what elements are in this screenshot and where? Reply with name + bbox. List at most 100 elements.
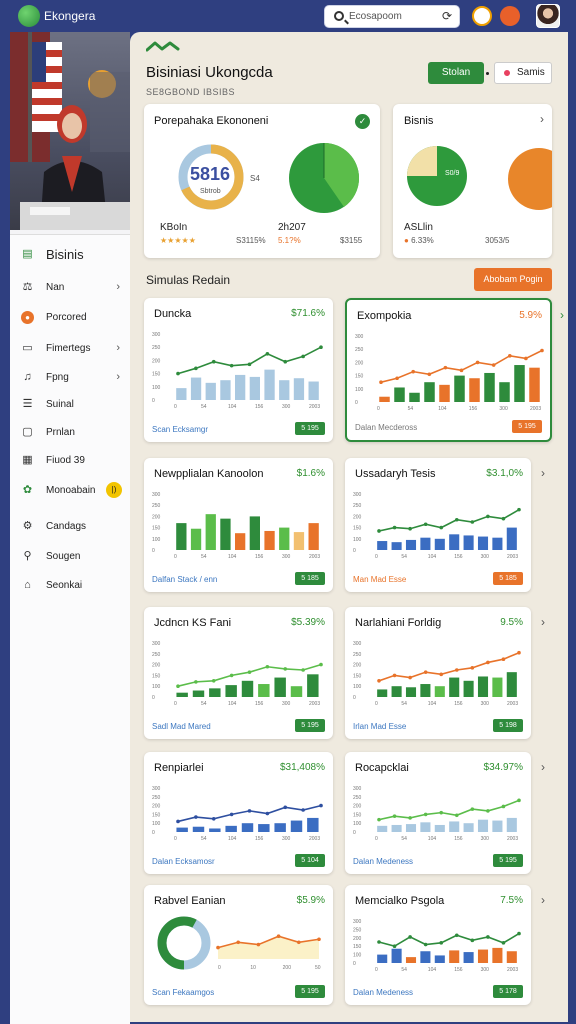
search-input[interactable]: Ecosapoom ⟳	[324, 5, 460, 28]
sidebar-item-fiuod[interactable]: ▦ Fiuod 39	[10, 448, 130, 474]
sidebar-item-sougen[interactable]: ⚲ Sougen	[10, 544, 130, 570]
y-tick-label: 200	[353, 804, 362, 810]
refresh-icon[interactable]: ⟳	[442, 9, 452, 23]
bar	[209, 688, 221, 697]
stat-sub: 5.1?%	[278, 236, 301, 245]
app-name: Ekongera	[44, 9, 96, 23]
chart-card[interactable]: Memcialko Psgola 7.5% Dalan Medeness 5 178 3…	[345, 885, 531, 1005]
chart-footer: Dalan Medeness	[353, 988, 414, 997]
chart-badge[interactable]: 5 195	[493, 854, 523, 867]
x-tick-label: 54	[201, 836, 207, 842]
bar	[391, 542, 402, 550]
bar	[241, 823, 254, 832]
bar	[420, 537, 431, 550]
user-avatar[interactable]	[536, 4, 560, 28]
primary-button[interactable]: Stolan	[428, 62, 484, 84]
line-point	[427, 372, 432, 377]
check-icon[interactable]: ✓	[355, 114, 370, 129]
chart-card[interactable]: Exompokia 5.9% › Dalan Mecdeross 5 195 300 250…	[345, 298, 564, 442]
y-tick-label: 150	[152, 372, 161, 378]
chart-card[interactable]: Ussadaryh Tesis $3.1,0% Man Mad Esse 5 185 3…	[345, 458, 531, 592]
x-tick-label: 50	[315, 965, 321, 971]
x-tick-label: 0	[174, 404, 177, 410]
sidebar-item-suinal[interactable]: ☰ Suinal	[10, 392, 130, 418]
chart-card[interactable]: Duncka $71.6% Scan Ecksamgr 5 195 300 250 200 1…	[144, 298, 333, 442]
sidebar-item-porcored[interactable]: ● Porcored	[10, 305, 130, 331]
settings-icon[interactable]	[500, 6, 520, 26]
chart-card[interactable]: Rabvel Eanian $5.9% Scan Fekaamgos 5 195 0 10…	[144, 885, 333, 1005]
app-logo-icon[interactable]	[18, 5, 40, 27]
chevron-right-icon[interactable]: ›	[541, 760, 545, 774]
page-subtitle: SE8GBOND IBSIBS	[146, 87, 236, 97]
sidebar-item-label: Seonkai	[46, 580, 83, 591]
sidebar-item-fpng[interactable]: ♫ Fpng ›	[10, 365, 130, 391]
x-tick-label: 300	[481, 967, 490, 973]
bar	[492, 947, 503, 963]
y-tick-label: 200	[355, 360, 364, 366]
chart-card[interactable]: Jcdncn KS Fani $5.39% Sadl Mad Mared 5 195 3…	[144, 607, 333, 739]
line-point	[439, 525, 444, 530]
y-tick-label: 100	[353, 953, 362, 959]
sidebar-item-monoabain[interactable]: ✿ Monoabain |)	[10, 478, 130, 504]
x-tick-label: 0	[174, 701, 177, 707]
chart-badge[interactable]: 5 195	[295, 422, 325, 435]
sidebar-item-fimertegs[interactable]: ▭ Fimertegs ›	[10, 336, 130, 362]
chevron-right-icon[interactable]: ›	[541, 615, 545, 629]
y-tick-label: 150	[353, 526, 362, 532]
bar	[434, 955, 445, 963]
line-point	[454, 517, 459, 522]
chart-badge[interactable]: 5 185	[295, 572, 325, 585]
line-point	[501, 516, 506, 521]
sidebar-item-label: Candags	[46, 521, 87, 532]
bar	[225, 685, 237, 697]
line-point	[265, 352, 270, 356]
bar	[249, 376, 260, 400]
pie-label: S0/9	[445, 170, 460, 177]
x-tick-label: 0	[174, 554, 177, 560]
section-action-button[interactable]: Abobam Pogin	[474, 268, 552, 291]
chevron-right-icon[interactable]: ›	[541, 466, 545, 480]
line-point	[297, 940, 301, 945]
sidebar-item-seonkai[interactable]: ⌂ Seonkai	[10, 573, 130, 599]
chevron-right-icon[interactable]: ›	[560, 308, 564, 322]
chart-badge[interactable]: 5 195	[295, 719, 325, 732]
bar	[205, 382, 216, 400]
line-point	[470, 666, 475, 670]
y-tick-label: 300	[152, 786, 161, 792]
trend-line	[378, 799, 520, 821]
sidebar-item-bisinis[interactable]: ▤ Bisinis	[10, 242, 130, 268]
sidebar-item-nan[interactable]: ⚖ Nan ›	[10, 275, 130, 301]
notification-icon[interactable]	[472, 6, 492, 26]
secondary-button[interactable]: Samis	[494, 62, 552, 84]
chart-badge[interactable]: 5 178	[493, 985, 523, 998]
chart-card[interactable]: Narlahiani Forldig 9.5% Irlan Mad Esse 5 19…	[345, 607, 531, 739]
chart-badge[interactable]: 5 198	[493, 719, 523, 732]
line-point	[229, 673, 234, 678]
chevron-right-icon[interactable]: ›	[541, 893, 545, 907]
chevron-right-icon[interactable]: ›	[540, 112, 544, 126]
chart-badge[interactable]: 5 195	[295, 985, 325, 998]
separator-dot	[486, 72, 489, 75]
sidebar-item-prnlan[interactable]: ▢ Prnlan	[10, 420, 130, 446]
x-tick-label: 300	[481, 554, 490, 560]
x-tick-label: 104	[428, 836, 437, 842]
line-point	[408, 816, 412, 820]
chart-card[interactable]: Newpplialan Kanoolon $1.6% Dalfan Stack / …	[144, 458, 333, 592]
chart-badge[interactable]: 5 104	[295, 854, 325, 867]
line-point	[377, 817, 381, 822]
line-point	[411, 369, 415, 374]
chart-title: Rabvel Eanian	[154, 895, 226, 907]
circle-badge-icon: ●	[21, 311, 34, 324]
chart-badge[interactable]: 5 195	[512, 420, 542, 433]
chart-badge[interactable]: 5 185	[493, 572, 523, 585]
chart-footer: Man Mad Esse	[353, 575, 407, 584]
chart-card[interactable]: Rocapcklai $34.97% Dalan Medeness 5 195 300 2…	[345, 752, 531, 874]
sidebar-item-candags[interactable]: ⚙ Candags	[10, 514, 130, 540]
line-point	[301, 808, 305, 812]
line-point	[265, 811, 270, 816]
bar	[463, 952, 474, 963]
bar	[235, 533, 246, 550]
y-tick-label: 0	[353, 830, 356, 836]
chart-title: Exompokia	[357, 310, 412, 322]
chart-card[interactable]: Renpiarlei $31,408% Dalan Ecksamosr 5 104 30…	[144, 752, 333, 874]
